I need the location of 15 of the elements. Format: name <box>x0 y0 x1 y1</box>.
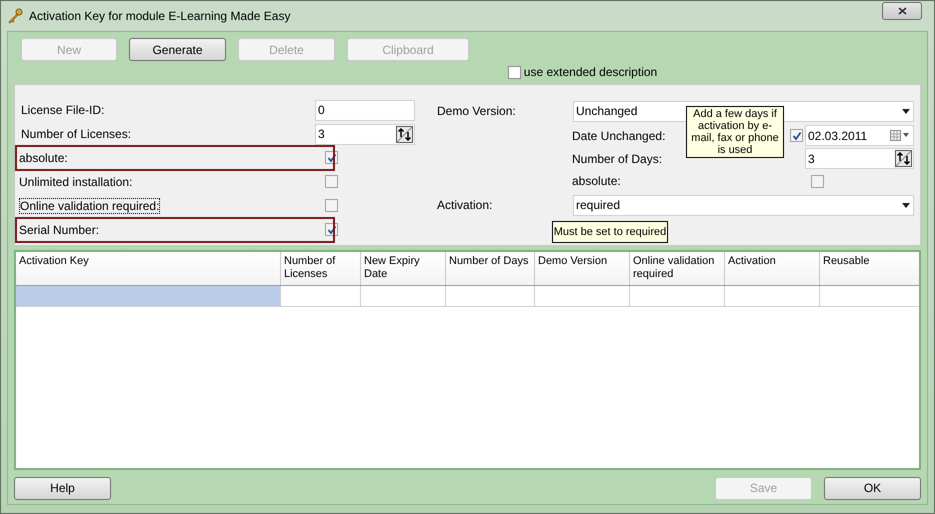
field-label: Activation: <box>437 197 494 214</box>
field-label: Number of Days: <box>572 150 664 168</box>
field-label: Date Unchanged: <box>572 128 666 144</box>
callout-tooltip: Add a few days if activation by e-mail, fax or phone is used <box>686 106 784 158</box>
field-label: absolute: <box>572 173 622 190</box>
callout-tooltip: Must be set to required <box>552 221 668 243</box>
checkbox-label: use extended description <box>524 64 658 81</box>
field-label: Serial Number: <box>19 222 100 239</box>
window-title: Activation Key for module E-Learning Made Easy <box>29 8 290 25</box>
field-label: Unlimited installation: <box>19 174 134 191</box>
field-label: Online validation required: <box>19 198 160 214</box>
field-label: Demo Version: <box>437 103 517 120</box>
field-label: absolute: <box>19 150 69 167</box>
field-label: License File-ID: <box>20 102 106 119</box>
field-label: Number of Licenses: <box>20 126 132 143</box>
